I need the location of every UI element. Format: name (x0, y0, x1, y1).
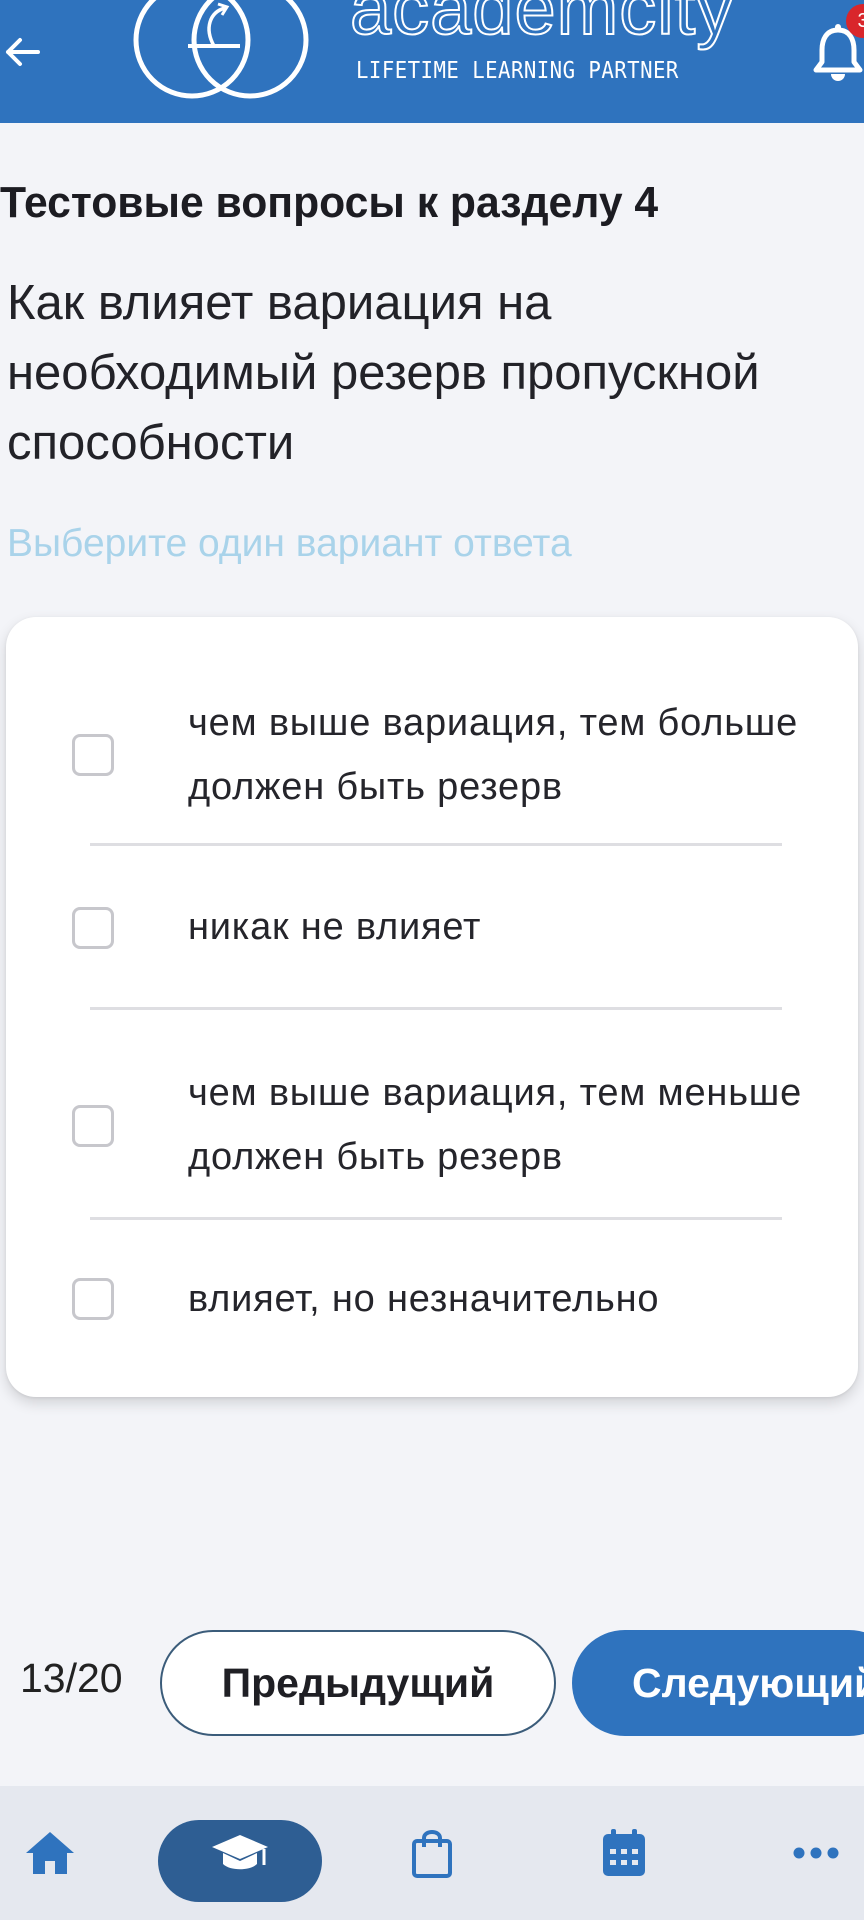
next-button[interactable]: Следующий (572, 1630, 864, 1736)
academcity-logo-icon (133, 0, 309, 99)
answer-option[interactable]: чем выше вариация, тем больше должен быт… (6, 675, 858, 835)
answer-checkbox[interactable] (72, 734, 114, 776)
more-icon (793, 1847, 839, 1859)
back-button[interactable] (0, 20, 44, 84)
divider (90, 1007, 782, 1010)
answer-option[interactable]: влияет, но незначительно (6, 1223, 858, 1393)
previous-button[interactable]: Предыдущий (160, 1630, 556, 1736)
app-header: academcity LIFETIME LEARNING PARTNER 3 (0, 0, 864, 123)
answer-checkbox[interactable] (72, 1278, 114, 1320)
tab-shop[interactable] (372, 1786, 492, 1920)
answer-option-label: никак не влияет (188, 906, 482, 948)
bottom-tab-bar (0, 1786, 864, 1920)
shopping-bag-icon (412, 1830, 452, 1878)
answer-option-label: чем выше вариация, тем больше должен быт… (188, 702, 799, 808)
question-text: Как влияет вариация на необходимый резер… (7, 276, 760, 470)
home-icon (26, 1832, 74, 1874)
question-counter: 13/20 (20, 1655, 123, 1701)
answer-option[interactable]: никак не влияет (6, 849, 858, 1005)
tab-calendar[interactable] (564, 1786, 684, 1920)
brand-tagline: LIFETIME LEARNING PARTNER (356, 58, 679, 84)
tab-more[interactable] (756, 1786, 864, 1920)
section-title: Тестовые вопросы к разделу 4 (0, 178, 659, 227)
answer-checkbox[interactable] (72, 907, 114, 949)
graduation-cap-icon (212, 1835, 268, 1870)
arrow-left-icon (6, 38, 40, 66)
answer-checkbox[interactable] (72, 1105, 114, 1147)
tab-learning[interactable] (180, 1786, 300, 1920)
brand-name: academcity (349, 0, 735, 51)
answer-option-label: чем выше вариация, тем меньше должен быт… (188, 1072, 803, 1178)
answer-hint: Выберите один вариант ответа (7, 522, 572, 565)
divider (90, 1217, 782, 1220)
answer-options-card: чем выше вариация, тем больше должен быт… (6, 617, 858, 1397)
calendar-icon (603, 1829, 645, 1876)
answer-option-label: влияет, но незначительно (188, 1278, 660, 1320)
answer-option[interactable]: чем выше вариация, тем меньше должен быт… (6, 1013, 858, 1213)
tab-home[interactable] (0, 1786, 110, 1920)
divider (90, 843, 782, 846)
